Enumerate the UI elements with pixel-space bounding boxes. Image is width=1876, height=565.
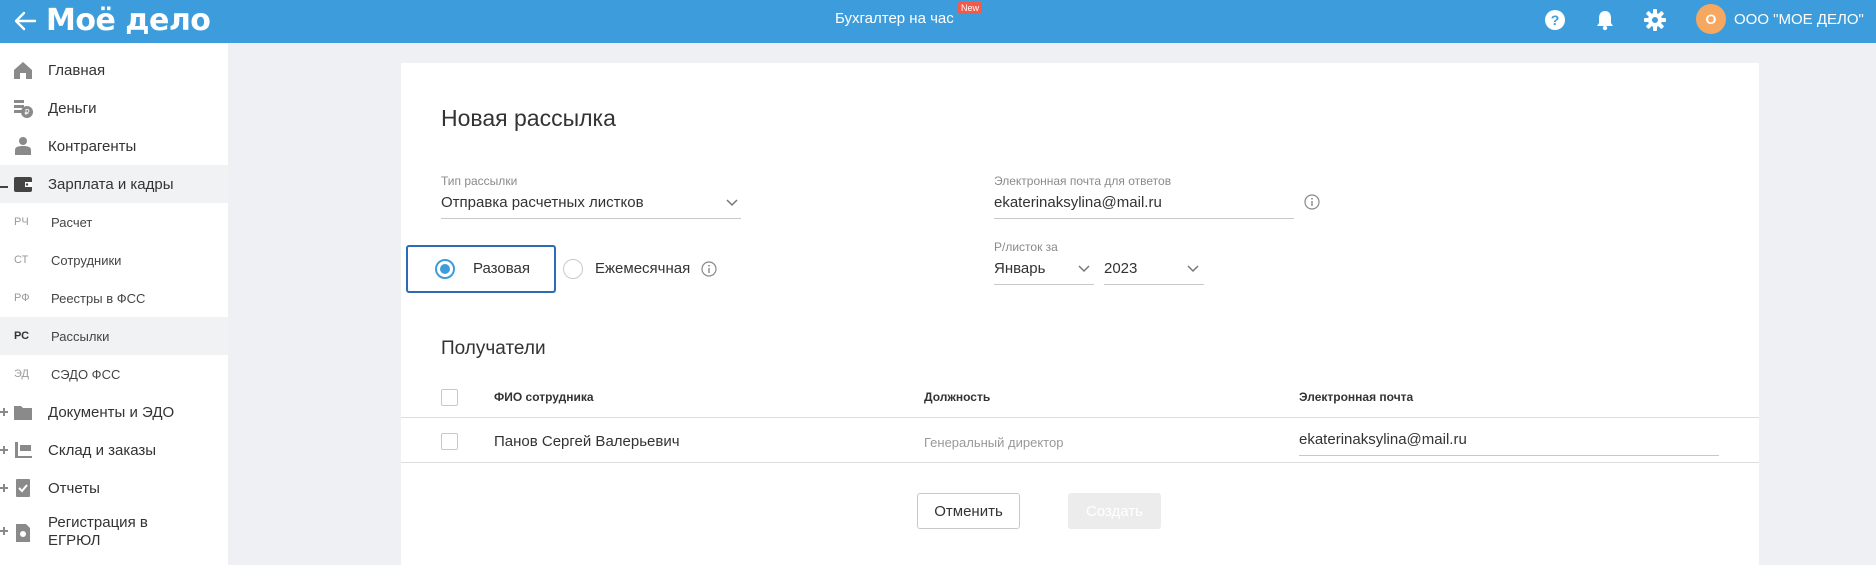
home-icon (14, 62, 32, 79)
expand-icon[interactable] (0, 446, 8, 454)
month-underline (994, 284, 1094, 285)
create-button[interactable]: Создать (1068, 493, 1161, 529)
select-all-checkbox[interactable] (441, 389, 458, 406)
new-badge: New (958, 2, 983, 14)
expand-icon[interactable] (0, 408, 8, 416)
sidebar-item-documents[interactable]: Документы и ЭДО (0, 393, 228, 431)
sidebar-item-label: Главная (48, 61, 106, 79)
sidebar-item-label: Регистрация в ЕГРЮЛ (48, 514, 148, 549)
subitem-label: Сотрудники (51, 252, 122, 268)
radio-once[interactable] (435, 259, 455, 279)
gear-icon[interactable] (1642, 7, 1668, 33)
sidebar-item-label: Деньги (48, 99, 97, 117)
mailing-form-card: Новая рассылка Тип рассылки Отправка рас… (401, 63, 1759, 565)
page-title: Новая рассылка (441, 105, 616, 131)
sidebar-item-label: Контрагенты (48, 137, 137, 155)
subitem-abbr: СТ (14, 254, 29, 266)
mailing-type-underline (441, 218, 741, 219)
sidebar-item-label: Отчеты (48, 479, 100, 497)
subitem-abbr: ЭД (14, 368, 29, 380)
sidebar-subitem-calculation[interactable]: РЧ Расчет (0, 203, 228, 241)
sidebar-item-reports[interactable]: Отчеты (0, 469, 228, 507)
accountant-service-link[interactable]: Бухгалтер на час (835, 10, 954, 27)
expand-icon[interactable] (0, 527, 8, 535)
sidebar-item-warehouse[interactable]: Склад и заказы (0, 431, 228, 469)
expand-icon[interactable] (0, 484, 8, 492)
info-icon[interactable] (701, 261, 717, 277)
app-logo[interactable]: Моё дело (46, 3, 211, 38)
employee-email-underline (1299, 455, 1719, 456)
organization-name[interactable]: ООО "МОЕ ДЕЛО" (1734, 11, 1864, 28)
chevron-down-icon[interactable] (1187, 265, 1199, 273)
period-label: Р/листок за (994, 240, 1058, 254)
sidebar: Главная ₽ Деньги Контрагенты Зарплата и … (0, 43, 228, 565)
sidebar-item-label: Документы и ЭДО (48, 403, 175, 421)
wallet-icon (14, 177, 32, 192)
cancel-button[interactable]: Отменить (917, 493, 1020, 529)
registration-icon (16, 524, 30, 542)
radio-monthly-label[interactable]: Ежемесячная (595, 260, 690, 277)
radio-once-label[interactable]: Разовая (473, 260, 530, 277)
column-header-email: Электронная почта (1299, 390, 1414, 404)
chevron-down-icon[interactable] (726, 199, 738, 207)
avatar[interactable]: О (1696, 4, 1726, 34)
year-select[interactable]: 2023 (1104, 260, 1137, 277)
sidebar-subitem-employees[interactable]: СТ Сотрудники (0, 241, 228, 279)
sidebar-item-registration[interactable]: Регистрация в ЕГРЮЛ (0, 507, 228, 557)
warehouse-icon (15, 442, 32, 458)
employee-name: Панов Сергей Валерьевич (494, 433, 680, 450)
folder-icon (14, 406, 32, 420)
subitem-abbr: РС (14, 330, 30, 342)
sidebar-item-home[interactable]: Главная (0, 51, 228, 89)
column-header-position: Должность (924, 390, 991, 404)
contractors-icon (15, 137, 31, 155)
radio-once-focus-frame[interactable]: Разовая (406, 245, 556, 293)
table-row-divider (401, 462, 1759, 463)
subitem-label: Расчет (51, 214, 93, 230)
subitem-label: Рассылки (51, 328, 110, 344)
subitem-label: Реестры в ФСС (51, 290, 146, 306)
reply-email-input[interactable]: ekaterinaksylina@mail.ru (994, 194, 1162, 211)
radio-monthly[interactable] (563, 259, 583, 279)
top-bar: Моё дело Бухгалтер на час New ? О ООО "М… (0, 0, 1876, 43)
reply-email-underline (994, 218, 1294, 219)
svg-text:₽: ₽ (24, 108, 29, 117)
sidebar-item-salary[interactable]: Зарплата и кадры (0, 165, 228, 203)
reply-email-label: Электронная почта для ответов (994, 174, 1172, 188)
money-icon: ₽ (14, 100, 33, 118)
mailing-type-select[interactable]: Отправка расчетных листков (441, 194, 644, 211)
chevron-down-icon[interactable] (1078, 265, 1090, 273)
row-checkbox[interactable] (441, 433, 458, 450)
sidebar-item-money[interactable]: ₽ Деньги (0, 89, 228, 127)
info-icon[interactable] (1304, 194, 1320, 210)
mailing-type-label: Тип рассылки (441, 174, 518, 188)
table-header-divider (401, 417, 1759, 418)
subitem-label: СЭДО ФСС (51, 366, 121, 382)
collapse-icon[interactable] (0, 183, 8, 191)
sidebar-item-contractors[interactable]: Контрагенты (0, 127, 228, 165)
help-icon[interactable]: ? (1542, 7, 1568, 33)
employee-email-input[interactable]: ekaterinaksylina@mail.ru (1299, 431, 1467, 448)
year-underline (1104, 284, 1204, 285)
sidebar-item-label: Зарплата и кадры (48, 175, 174, 193)
column-header-name: ФИО сотрудника (494, 390, 594, 404)
arrow-left-icon[interactable] (10, 6, 40, 36)
subitem-abbr: РФ (14, 292, 30, 304)
subitem-abbr: РЧ (14, 216, 29, 228)
employee-position: Генеральный директор (924, 435, 1064, 450)
svg-text:?: ? (1551, 12, 1560, 28)
month-select[interactable]: Январь (994, 260, 1045, 277)
sidebar-subitem-fss-registers[interactable]: РФ Реестры в ФСС (0, 279, 228, 317)
sidebar-subitem-sedo-fss[interactable]: ЭД СЭДО ФСС (0, 355, 228, 393)
sidebar-item-label: Склад и заказы (48, 441, 157, 459)
sidebar-subitem-mailings[interactable]: РС Рассылки (0, 317, 228, 355)
report-icon (16, 479, 30, 497)
bell-icon[interactable] (1592, 7, 1618, 33)
recipients-title: Получатели (441, 338, 546, 359)
